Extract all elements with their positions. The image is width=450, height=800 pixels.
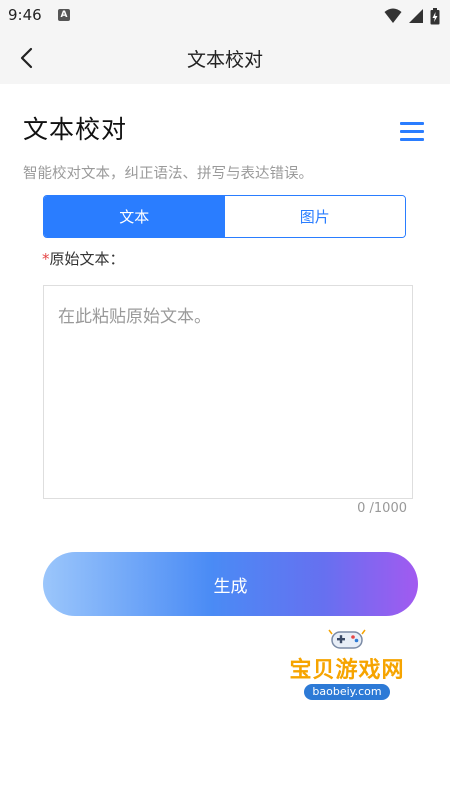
watermark-url: baobeiy.com (304, 684, 390, 700)
char-count: 0 /1000 (357, 501, 407, 516)
status-time: 9:46 (8, 6, 42, 24)
gamepad-icon (328, 629, 366, 649)
required-mark: * (42, 250, 50, 268)
status-icons (384, 7, 440, 25)
menu-icon[interactable] (400, 122, 426, 144)
title-bar: 文本校对 (0, 32, 450, 84)
notification-a-icon: A (58, 9, 70, 21)
original-text-placeholder: 在此粘贴原始文本。 (58, 307, 211, 327)
watermark-logo: 宝贝游戏网 baobeiy.com (272, 620, 422, 720)
original-text-input[interactable]: 在此粘贴原始文本。 (43, 285, 413, 499)
tab-text[interactable]: 文本 (44, 196, 225, 237)
watermark-text: 宝贝游戏网 (289, 658, 405, 683)
status-bar: 9:46 A (0, 0, 450, 32)
page-title: 文本校对 (186, 49, 263, 71)
input-type-tabs: 文本 图片 (43, 195, 406, 238)
original-text-label: *原始文本： (42, 248, 125, 269)
tab-image[interactable]: 图片 (224, 196, 405, 237)
signal-icon (409, 9, 423, 23)
section-subtitle: 智能校对文本，纠正语法、拼写与表达错误。 (23, 166, 313, 182)
section-heading: 文本校对 (23, 115, 128, 144)
battery-icon (430, 7, 440, 24)
generate-button[interactable]: 生成 (43, 552, 418, 616)
original-text-label-text: 原始文本： (49, 250, 125, 268)
wifi-icon (384, 8, 402, 23)
